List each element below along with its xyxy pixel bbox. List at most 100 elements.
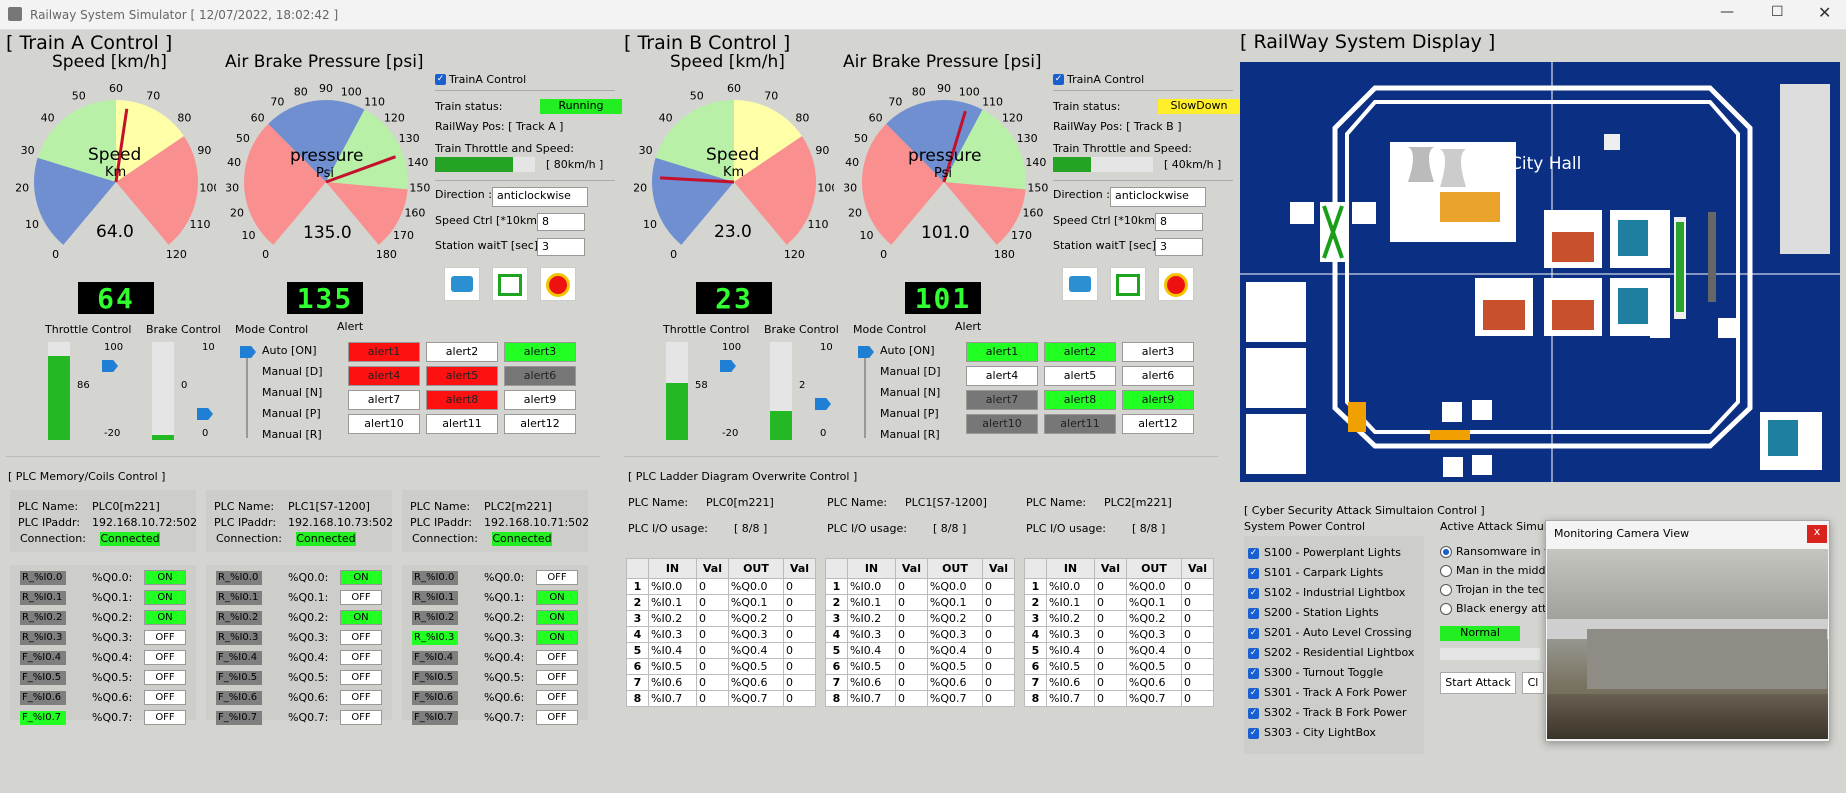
coil-value[interactable]: OFF [536,650,578,665]
ladder-cell[interactable]: 0 [783,594,816,611]
power-checkbox[interactable]: ✓ [1248,548,1259,559]
trainB-load-button[interactable] [1062,267,1098,301]
coil-value[interactable]: OFF [340,590,382,605]
trainB-speed-ctrl-input[interactable]: 8 [1155,213,1203,231]
minimize-icon[interactable]: — [1720,4,1734,20]
power-checkbox[interactable]: ✓ [1248,588,1259,599]
coil-value[interactable]: OFF [144,690,186,705]
power-checkbox[interactable]: ✓ [1248,648,1259,659]
ladder-cell[interactable]: 0 [1181,690,1214,707]
coil-value[interactable]: OFF [536,670,578,685]
ladder-cell[interactable]: 0 [894,610,928,627]
coil-value[interactable]: OFF [340,650,382,665]
ladder-cell[interactable]: 0 [1093,626,1127,643]
ladder-cell[interactable]: 0 [1181,642,1214,659]
coil-value[interactable]: OFF [340,710,382,725]
coil-value[interactable]: OFF [144,630,186,645]
ladder-cell[interactable]: 0 [894,594,928,611]
power-checkbox[interactable]: ✓ [1248,568,1259,579]
trainA-stop-frame-button[interactable] [492,267,528,301]
coil-value[interactable]: ON [144,590,186,605]
close-icon[interactable]: ✕ [1818,3,1831,22]
ladder-cell[interactable]: 0 [982,658,1015,675]
ladder-cell[interactable]: 0 [1093,610,1127,627]
ladder-cell[interactable]: 0 [783,674,816,691]
trainB-throttle-slider[interactable] [720,360,736,372]
attack-radio[interactable] [1440,603,1452,615]
trainA-throttle-slider[interactable] [102,360,118,372]
ladder-cell[interactable]: 0 [982,626,1015,643]
ladder-cell[interactable]: 0 [1093,690,1127,707]
ladder-cell[interactable]: 0 [1181,610,1214,627]
power-checkbox[interactable]: ✓ [1248,628,1259,639]
coil-value[interactable]: OFF [536,710,578,725]
trainA-enable-checkbox[interactable]: ✓ [435,74,446,85]
power-checkbox[interactable]: ✓ [1248,668,1259,679]
ladder-cell[interactable]: 0 [783,626,816,643]
trainA-load-button[interactable] [444,267,480,301]
coil-value[interactable]: OFF [340,670,382,685]
ladder-cell[interactable]: 0 [695,674,729,691]
ladder-cell[interactable]: 0 [783,578,816,595]
coil-value[interactable]: OFF [144,670,186,685]
ladder-cell[interactable]: 0 [783,690,816,707]
coil-value[interactable]: OFF [536,570,578,585]
ladder-cell[interactable]: 0 [695,658,729,675]
camera-close-button[interactable]: x [1807,525,1827,543]
ladder-cell[interactable]: 0 [783,642,816,659]
ladder-cell[interactable]: 0 [695,626,729,643]
trainA-mode-slider[interactable] [240,346,256,358]
power-checkbox[interactable]: ✓ [1248,728,1259,739]
coil-value[interactable]: ON [536,610,578,625]
ladder-cell[interactable]: 0 [1181,658,1214,675]
coil-value[interactable]: ON [536,590,578,605]
ladder-cell[interactable]: 0 [1181,674,1214,691]
ladder-cell[interactable]: 0 [982,674,1015,691]
ladder-cell[interactable]: 0 [695,610,729,627]
coil-value[interactable]: ON [340,570,382,585]
ladder-cell[interactable]: 0 [695,578,729,595]
start-attack-button[interactable]: Start Attack [1440,672,1516,694]
power-checkbox[interactable]: ✓ [1248,608,1259,619]
ladder-cell[interactable]: 0 [894,658,928,675]
coil-value[interactable]: OFF [340,690,382,705]
ladder-cell[interactable]: 0 [982,690,1015,707]
trainA-wait-input[interactable]: 3 [537,238,585,256]
coil-value[interactable]: ON [144,610,186,625]
ladder-cell[interactable]: 0 [894,674,928,691]
trainA-brake-slider[interactable] [197,408,213,420]
power-checkbox[interactable]: ✓ [1248,708,1259,719]
ladder-cell[interactable]: 0 [894,690,928,707]
coil-value[interactable]: OFF [536,690,578,705]
trainB-emergency-button[interactable] [1158,267,1194,301]
ladder-cell[interactable]: 0 [1093,642,1127,659]
trainB-mode-slider[interactable] [858,346,874,358]
ladder-cell[interactable]: 0 [695,690,729,707]
coil-value[interactable]: ON [536,630,578,645]
trainA-emergency-button[interactable] [540,267,576,301]
coil-value[interactable]: OFF [144,650,186,665]
maximize-icon[interactable]: ☐ [1771,4,1784,20]
ladder-cell[interactable]: 0 [982,594,1015,611]
coil-value[interactable]: OFF [340,630,382,645]
ladder-cell[interactable]: 0 [982,642,1015,659]
attack-radio[interactable] [1440,584,1452,596]
clear-button[interactable]: Cl [1522,672,1544,694]
ladder-cell[interactable]: 0 [1093,594,1127,611]
trainA-direction-select[interactable]: anticlockwise [492,187,588,207]
attack-radio[interactable] [1440,565,1452,577]
trainB-direction-select[interactable]: anticlockwise [1110,187,1206,207]
ladder-cell[interactable]: 0 [1093,578,1127,595]
ladder-cell[interactable]: 0 [1181,626,1214,643]
ladder-cell[interactable]: 0 [695,594,729,611]
ladder-cell[interactable]: 0 [1181,594,1214,611]
ladder-cell[interactable]: 0 [894,626,928,643]
ladder-cell[interactable]: 0 [783,610,816,627]
ladder-cell[interactable]: 0 [894,578,928,595]
ladder-cell[interactable]: 0 [1093,674,1127,691]
ladder-cell[interactable]: 0 [695,642,729,659]
ladder-cell[interactable]: 0 [1093,658,1127,675]
trainA-speed-ctrl-input[interactable]: 8 [537,213,585,231]
ladder-cell[interactable]: 0 [982,610,1015,627]
trainB-brake-slider[interactable] [815,398,831,410]
